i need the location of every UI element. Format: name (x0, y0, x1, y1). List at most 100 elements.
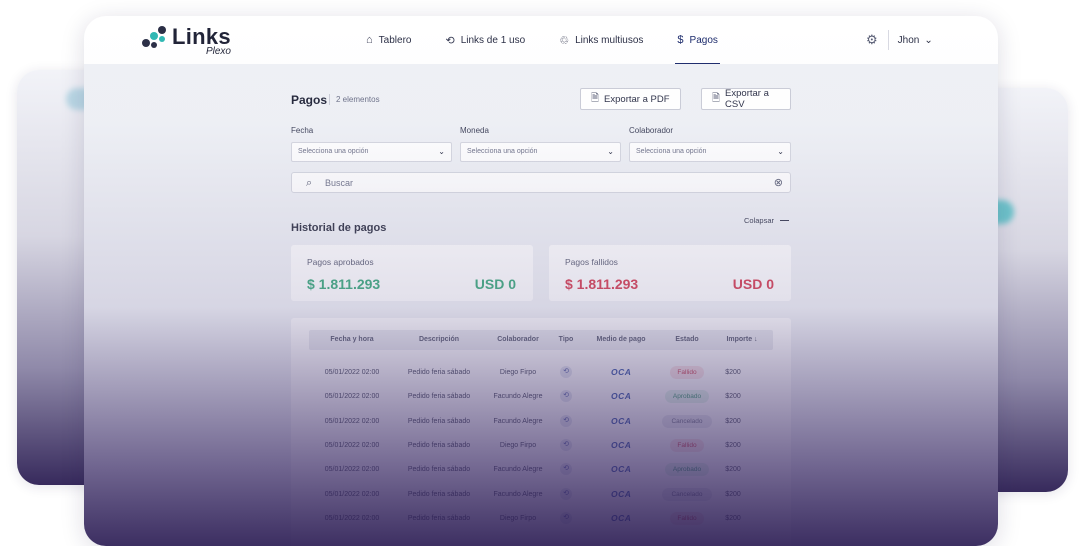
recycle-icon: ♲ (559, 34, 570, 47)
table-row[interactable]: 05/01/2022 02:00 Pedido feria sábado Diego… (309, 438, 773, 454)
filter-label-colaborador: Colaborador (629, 126, 674, 135)
table-row[interactable]: 05/01/2022 02:00 Pedido feria sábado Diego… (309, 365, 773, 381)
link-type-icon: ⟲ (560, 511, 572, 524)
fecha-select-value: Selecciona una opción (298, 148, 369, 155)
cell-medio-pago: OCA (611, 367, 632, 377)
cell-fecha: 05/01/2022 02:00 (324, 417, 380, 425)
top-header: Links Plexo ⌂ Tablero ⟲ Links de 1 uso ♲… (84, 16, 998, 65)
fecha-select[interactable]: Selecciona una opción ⌄ (291, 142, 452, 162)
chevron-down-icon: ⌄ (607, 147, 614, 156)
approved-usd: USD 0 (474, 276, 516, 292)
failed-amount: $ 1.811.293 (565, 276, 639, 292)
logo[interactable]: Links Plexo (142, 26, 231, 57)
cell-fecha: 05/01/2022 02:00 (324, 466, 380, 474)
cell-medio-pago: OCA (611, 415, 632, 426)
chevron-down-icon: ⌄ (438, 147, 445, 156)
cell-fecha: 05/01/2022 02:00 (324, 441, 380, 449)
payments-table: Fecha y hora Descripción Colaborador Tip… (291, 318, 791, 546)
table-row[interactable]: 05/01/2022 02:00 Pedido feria sábado Diego… (309, 511, 773, 527)
cell-colaborador: Diego Firpo (499, 369, 537, 376)
search-input[interactable]: ⌕ Buscar ⊗ (291, 172, 791, 193)
minus-icon (780, 219, 789, 222)
export-csv-button[interactable]: 🗎 Exportar a CSV (701, 88, 791, 110)
status-badge: Aprobado (665, 463, 709, 477)
logo-mark-icon (142, 26, 168, 52)
column-header-medio[interactable]: Medio de pago (591, 336, 651, 343)
main-nav: ⌂ Tablero ⟲ Links de 1 uso ♲ Links multi… (366, 16, 752, 65)
failed-label: Pagos fallidos (565, 257, 618, 267)
colaborador-select-value: Selecciona una opción (636, 148, 707, 155)
cell-importe: $200 (725, 393, 741, 401)
cell-colaborador: Facundo Alegre (493, 466, 543, 474)
cell-fecha: 05/01/2022 02:00 (324, 514, 380, 522)
failed-usd: USD 0 (732, 276, 774, 292)
cell-medio-pago: OCA (611, 488, 632, 499)
search-placeholder: Buscar (325, 178, 354, 188)
cell-fecha: 05/01/2022 02:00 (324, 369, 380, 376)
column-header-colaborador[interactable]: Colaborador (487, 336, 549, 343)
status-badge: Fallido (670, 366, 704, 379)
status-badge: Fallido (670, 511, 704, 525)
cell-fecha: 05/01/2022 02:00 (324, 490, 380, 498)
cell-importe: $200 (725, 466, 741, 474)
home-icon: ⌂ (366, 34, 373, 46)
column-header-tipo[interactable]: Tipo (557, 336, 575, 343)
pdf-file-icon: 🗎 (591, 92, 600, 104)
column-header-descripcion[interactable]: Descripción (399, 336, 479, 343)
cell-descripcion: Pedido feria sábado (407, 490, 471, 498)
colaborador-select[interactable]: Selecciona una opción ⌄ (629, 142, 791, 162)
column-header-estado[interactable]: Estado (661, 336, 713, 343)
cell-descripcion: Pedido feria sábado (407, 393, 471, 401)
clear-icon[interactable]: ⊗ (774, 176, 783, 189)
cell-medio-pago: OCA (611, 464, 632, 475)
cell-medio-pago: OCA (611, 391, 632, 402)
nav-item-links-multiusos[interactable]: ♲ Links multiusos (559, 16, 643, 64)
cell-descripcion: Pedido feria sábado (407, 441, 471, 449)
export-pdf-button[interactable]: 🗎 Exportar a PDF (580, 88, 681, 110)
element-count: 2 elementos (329, 94, 380, 105)
cell-descripcion: Pedido feria sábado (407, 417, 471, 425)
cell-medio-pago: OCA (611, 512, 632, 523)
table-row[interactable]: 05/01/2022 02:00 Pedido feria sábado Facun… (309, 414, 773, 430)
user-name: Jhon (897, 34, 920, 46)
user-menu[interactable]: Jhon ⌄ (898, 35, 933, 46)
history-title: Historial de pagos (291, 222, 387, 234)
approved-label: Pagos aprobados (307, 257, 374, 267)
link-type-icon: ⟲ (560, 438, 572, 451)
cell-fecha: 05/01/2022 02:00 (324, 393, 380, 401)
export-csv-label: Exportar a CSV (725, 88, 769, 110)
link-type-icon: ⟲ (560, 366, 572, 378)
status-badge: Fallido (670, 438, 704, 452)
column-header-importe[interactable]: Importe ↓ (719, 336, 765, 343)
table-row[interactable]: 05/01/2022 02:00 Pedido feria sábado Facun… (309, 462, 773, 478)
cell-importe: $200 (725, 514, 741, 522)
header-right: ⚙ Jhon ⌄ (866, 30, 933, 50)
cell-importe: $200 (725, 441, 741, 449)
nav-item-tablero[interactable]: ⌂ Tablero (366, 16, 411, 64)
page-title: Pagos (291, 93, 328, 107)
chevron-down-icon: ⌄ (777, 147, 784, 156)
cell-colaborador: Facundo Alegre (493, 393, 543, 401)
search-icon: ⌕ (306, 177, 313, 189)
dollar-icon: $ (677, 34, 684, 46)
table-row[interactable]: 05/01/2022 02:00 Pedido feria sábado Facun… (309, 487, 773, 503)
cell-colaborador: Facundo Alegre (493, 417, 543, 425)
link-type-icon: ⟲ (560, 463, 572, 476)
gear-icon[interactable]: ⚙ (866, 32, 878, 48)
link-type-icon: ⟲ (560, 414, 572, 427)
cell-importe: $200 (725, 490, 741, 498)
cell-colaborador: Diego Firpo (499, 441, 537, 449)
nav-item-pagos[interactable]: $ Pagos (675, 16, 721, 65)
status-badge: Cancelado (662, 414, 712, 428)
cell-descripcion: Pedido feria sábado (407, 466, 471, 474)
cell-colaborador: Facundo Alegre (493, 490, 543, 498)
column-header-fecha[interactable]: Fecha y hora (317, 336, 387, 343)
table-row[interactable]: 05/01/2022 02:00 Pedido feria sábado Facun… (309, 389, 773, 405)
nav-label: Pagos (689, 34, 718, 46)
nav-item-links-1-uso[interactable]: ⟲ Links de 1 uso (445, 16, 525, 64)
status-badge: Aprobado (665, 390, 709, 404)
collapse-toggle[interactable]: Colapsar (744, 216, 789, 225)
app-window: Links Plexo ⌂ Tablero ⟲ Links de 1 uso ♲… (84, 16, 998, 546)
nav-label: Tablero (378, 34, 412, 46)
moneda-select[interactable]: Selecciona una opción ⌄ (460, 142, 621, 162)
